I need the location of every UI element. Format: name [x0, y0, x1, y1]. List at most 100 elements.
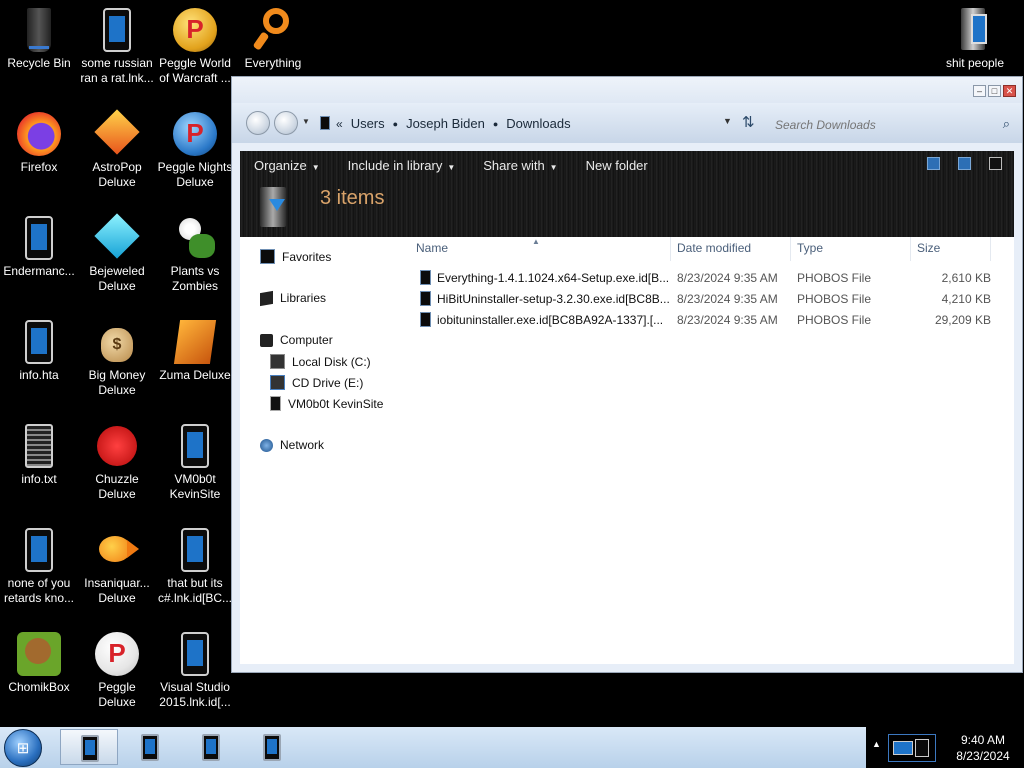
file-list: ▲ Name Date modified Type Size Everythin… [408, 237, 1014, 664]
column-header-date-modified[interactable]: Date modified [677, 241, 751, 255]
nav-local-disk[interactable]: Local Disk (C:) [250, 351, 406, 371]
column-divider[interactable] [790, 237, 791, 261]
file-row[interactable]: HiBitUninstaller-setup-3.2.30.exe.id[BC8… [408, 289, 1014, 309]
column-header-size[interactable]: Size [917, 241, 940, 255]
desktop-icon-label: Recycle Bin [7, 56, 71, 70]
file-date: 8/23/2024 9:35 AM [677, 313, 778, 327]
desktop-icon-bejeweled[interactable]: Bejeweled Deluxe [78, 213, 156, 294]
maximize-button[interactable]: □ [988, 85, 1001, 97]
column-header-type[interactable]: Type [797, 241, 823, 255]
firefox-icon [15, 110, 63, 158]
refresh-icon[interactable]: ⇅ [742, 113, 755, 131]
desktop-icon-chuzzle[interactable]: Chuzzle Deluxe [78, 422, 156, 502]
start-button[interactable]: ⊞ [4, 729, 42, 767]
app-icon [141, 734, 159, 761]
command-area: Organize ▼ Include in library ▼ Share with… [240, 151, 1014, 237]
desktop-icon-that-but-its[interactable]: that but its c#.lnk.id[BC... [156, 526, 234, 606]
desktop-icon-visual-studio[interactable]: Visual Studio 2015.lnk.id[... [156, 630, 234, 710]
column-divider[interactable] [670, 237, 671, 261]
desktop-icon-label: Bejeweled Deluxe [89, 264, 145, 293]
new-folder-button[interactable]: New folder [572, 158, 662, 173]
breadcrumb-downloads[interactable]: Downloads [498, 116, 578, 131]
taskbar-app-3[interactable] [182, 729, 240, 765]
taskbar: ⊞ ▲ 9:40 AM 8/23/2024 [0, 727, 1024, 768]
file-icon [420, 312, 431, 327]
help-icon[interactable] [989, 157, 1002, 170]
desktop-icon-everything[interactable]: Everything [234, 6, 312, 71]
recycle-bin-icon [15, 6, 63, 54]
minimize-button[interactable]: – [973, 85, 986, 97]
recent-pages-chevron-icon[interactable]: ▼ [302, 117, 310, 126]
desktop-icon-info-txt[interactable]: info.txt [0, 422, 78, 487]
title-bar[interactable]: – □ ✕ [232, 77, 1022, 103]
nav-vm0b0t[interactable]: VM0b0t KevinSite [270, 396, 383, 411]
close-button[interactable]: ✕ [1003, 85, 1016, 97]
shortcut-icon [171, 630, 219, 678]
nav-computer[interactable]: Computer [260, 333, 333, 347]
breadcrumb-joseph-biden[interactable]: Joseph Biden [398, 116, 493, 131]
preview-pane-icon[interactable] [958, 157, 971, 170]
column-headers: ▲ Name Date modified Type Size [408, 237, 1014, 261]
include-in-library-button[interactable]: Include in library ▼ [334, 158, 470, 173]
clock[interactable]: 9:40 AM 8/23/2024 [948, 732, 1018, 764]
search-input[interactable] [773, 115, 1017, 135]
desktop-icon-label: Chuzzle Deluxe [95, 472, 139, 501]
desktop-icon-peggle-wow[interactable]: P Peggle World of Warcraft ... [156, 6, 234, 86]
organize-button[interactable]: Organize ▼ [240, 158, 334, 173]
taskbar-app-4[interactable] [243, 729, 301, 765]
breadcrumb-overflow-icon[interactable]: « [336, 117, 343, 131]
desktop-icon-label: Peggle Nights Deluxe [157, 160, 233, 189]
desktop-icon-peggle-deluxe[interactable]: P Peggle Deluxe [78, 630, 156, 710]
desktop-icon-recycle-bin[interactable]: Recycle Bin [0, 6, 78, 71]
share-with-button[interactable]: Share with ▼ [469, 158, 571, 173]
desktop-icon-firefox[interactable]: Firefox [0, 110, 78, 175]
address-dropdown-icon[interactable]: ▼ [723, 116, 732, 126]
desktop-icon-info-hta[interactable]: info.hta [0, 318, 78, 383]
file-type: PHOBOS File [797, 313, 872, 327]
desktop-icon-plants-vs-zombies[interactable]: Plants vs Zombies [156, 214, 234, 294]
desktop-icon-vm0b0t[interactable]: VM0b0t KevinSite [156, 422, 234, 502]
nav-favorites[interactable]: Favorites [260, 249, 331, 264]
file-size: 2,610 KB [941, 271, 991, 285]
column-divider[interactable] [910, 237, 911, 261]
nav-cd-drive[interactable]: CD Drive (E:) [270, 375, 363, 390]
back-button[interactable] [246, 111, 270, 135]
desktop-icon-label: Firefox [20, 160, 58, 174]
network-status-icon[interactable] [888, 734, 936, 762]
desktop-icon-zuma[interactable]: Zuma Deluxe [156, 318, 234, 383]
astropop-icon [93, 109, 141, 158]
file-row[interactable]: Everything-1.4.1.1024.x64-Setup.exe.id[B… [408, 268, 1014, 288]
desktop-icon-endermanc[interactable]: Endermanc... [0, 214, 78, 279]
app-icon [263, 734, 281, 761]
forward-button[interactable] [274, 111, 298, 135]
file-type: PHOBOS File [797, 271, 872, 285]
shortcut-icon [15, 214, 63, 262]
desktop-icon-peggle-nights[interactable]: P Peggle Nights Deluxe [156, 110, 234, 190]
shortcut-icon [93, 6, 141, 54]
desktop-icon-insaniquarium[interactable]: Insaniquar... Deluxe [78, 526, 156, 606]
taskbar-app-2[interactable] [121, 729, 179, 765]
network-globe-icon [260, 438, 273, 452]
nav-libraries[interactable]: Libraries [260, 290, 326, 306]
column-divider[interactable] [990, 237, 991, 261]
desktop-icon-label: that but its c#.lnk.id[BC... [157, 576, 233, 605]
desktop-icon-none-of-you[interactable]: none of you retards kno... [0, 526, 78, 606]
nav-network[interactable]: Network [260, 438, 324, 452]
column-header-name[interactable]: Name [416, 241, 448, 255]
desktop-icon-chomikbox[interactable]: ChomikBox [0, 630, 78, 695]
breadcrumb-users[interactable]: Users [343, 116, 393, 131]
desktop-icon-some-russian[interactable]: some russian ran a rat.lnk... [78, 6, 156, 86]
show-hidden-icons-icon[interactable]: ▲ [872, 739, 881, 749]
change-view-icon[interactable] [927, 157, 940, 170]
file-name: HiBitUninstaller-setup-3.2.30.exe.id[BC8… [437, 292, 670, 306]
windows-logo-icon: ⊞ [16, 740, 30, 757]
search-icon[interactable]: ⌕ [1003, 116, 1010, 132]
desktop-icon-shit-people[interactable]: shit people [936, 6, 1014, 71]
desktop-icon-label: some russian ran a rat.lnk... [80, 56, 154, 85]
desktop-icon-label: VM0b0t KevinSite [169, 472, 221, 501]
taskbar-app-explorer[interactable] [60, 729, 118, 765]
desktop-icon-big-money[interactable]: $ Big Money Deluxe [78, 318, 156, 398]
library-icon [260, 290, 273, 306]
file-row[interactable]: iobituninstaller.exe.id[BC8BA92A-1337].[… [408, 310, 1014, 330]
desktop-icon-astropop[interactable]: AstroPop Deluxe [78, 109, 156, 190]
